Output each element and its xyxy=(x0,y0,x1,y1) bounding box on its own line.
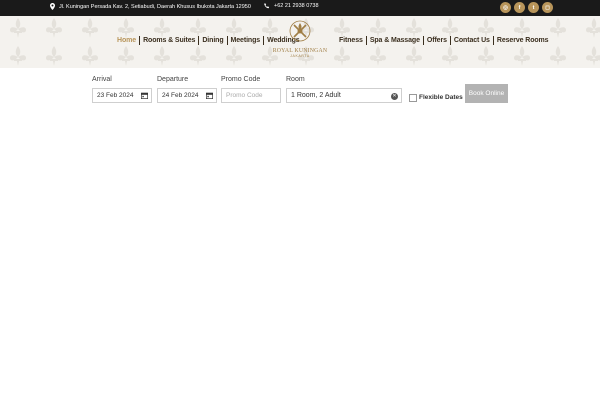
promo-code-label: Promo Code xyxy=(221,76,261,83)
room-guest-value: 1 Room, 2 Adult xyxy=(291,92,341,99)
departure-label: Departure xyxy=(157,76,189,83)
address-text: Jl. Kuningan Persada Kav. 2, Setiabudi, … xyxy=(59,3,251,10)
nav-divider xyxy=(263,36,265,45)
nav-divider xyxy=(139,36,141,45)
address-line: Jl. Kuningan Persada Kav. 2, Setiabudi, … xyxy=(50,3,251,10)
nav-divider xyxy=(198,36,200,45)
nav-divider xyxy=(365,36,367,45)
arrival-label: Arrival xyxy=(92,76,112,83)
site-header: Home Rooms & Suites Dining Meetings Weddings… xyxy=(0,16,600,68)
nav-divider xyxy=(226,36,228,45)
phone-icon xyxy=(264,3,270,9)
social-links: ◎ f t ◻ xyxy=(500,2,553,13)
departure-date-value: 24 Feb 2024 xyxy=(162,92,199,99)
nav-item-home[interactable]: Home xyxy=(115,37,138,44)
phone-line[interactable]: +62 21 2938 0738 xyxy=(264,3,319,9)
nav-item-offers[interactable]: Offers xyxy=(425,37,449,44)
nav-item-fitness[interactable]: Fitness xyxy=(337,37,365,44)
nav-item-spa-massage[interactable]: Spa & Massage xyxy=(368,37,422,44)
departure-date-field[interactable]: 24 Feb 2024 xyxy=(157,88,217,103)
location-pin-icon xyxy=(50,3,55,10)
flexible-dates-checkbox[interactable] xyxy=(409,94,417,102)
room-guest-selector[interactable]: 1 Room, 2 Adult ✕ xyxy=(286,88,402,103)
arrival-date-value: 23 Feb 2024 xyxy=(97,92,134,99)
tripadvisor-icon[interactable]: ◎ xyxy=(500,2,511,13)
book-online-button[interactable]: Book Online xyxy=(465,84,508,103)
nav-item-dining[interactable]: Dining xyxy=(200,37,225,44)
clear-icon[interactable]: ✕ xyxy=(391,92,398,100)
nav-divider xyxy=(492,36,494,45)
promo-code-input[interactable]: Promo Code xyxy=(221,88,281,103)
nav-item-contact-us[interactable]: Contact Us xyxy=(452,37,492,44)
nav-item-rooms-suites[interactable]: Rooms & Suites xyxy=(141,37,197,44)
logo-city-text: JAKARTA xyxy=(290,54,310,58)
promo-code-placeholder: Promo Code xyxy=(226,92,263,99)
facebook-icon[interactable]: f xyxy=(514,2,525,13)
room-label: Room xyxy=(286,76,305,83)
phone-text: +62 21 2938 0738 xyxy=(274,3,319,9)
nav-item-reserve-rooms[interactable]: Reserve Rooms xyxy=(495,37,551,44)
calendar-icon[interactable] xyxy=(141,92,148,99)
crest-emblem-icon xyxy=(289,20,311,42)
top-info-bar: Jl. Kuningan Persada Kav. 2, Setiabudi, … xyxy=(0,0,600,16)
nav-divider xyxy=(449,36,451,45)
main-nav-right: Fitness Spa & Massage Offers Contact Us Rese… xyxy=(337,36,550,45)
twitter-icon[interactable]: t xyxy=(528,2,539,13)
hotel-logo[interactable]: ROYAL KUNINGAN JAKARTA xyxy=(270,20,330,64)
nav-item-meetings[interactable]: Meetings xyxy=(229,37,263,44)
flexible-dates-label: Flexible Dates xyxy=(419,94,463,101)
calendar-icon[interactable] xyxy=(206,92,213,99)
instagram-icon[interactable]: ◻ xyxy=(542,2,553,13)
arrival-date-field[interactable]: 23 Feb 2024 xyxy=(92,88,152,103)
nav-divider xyxy=(422,36,424,45)
